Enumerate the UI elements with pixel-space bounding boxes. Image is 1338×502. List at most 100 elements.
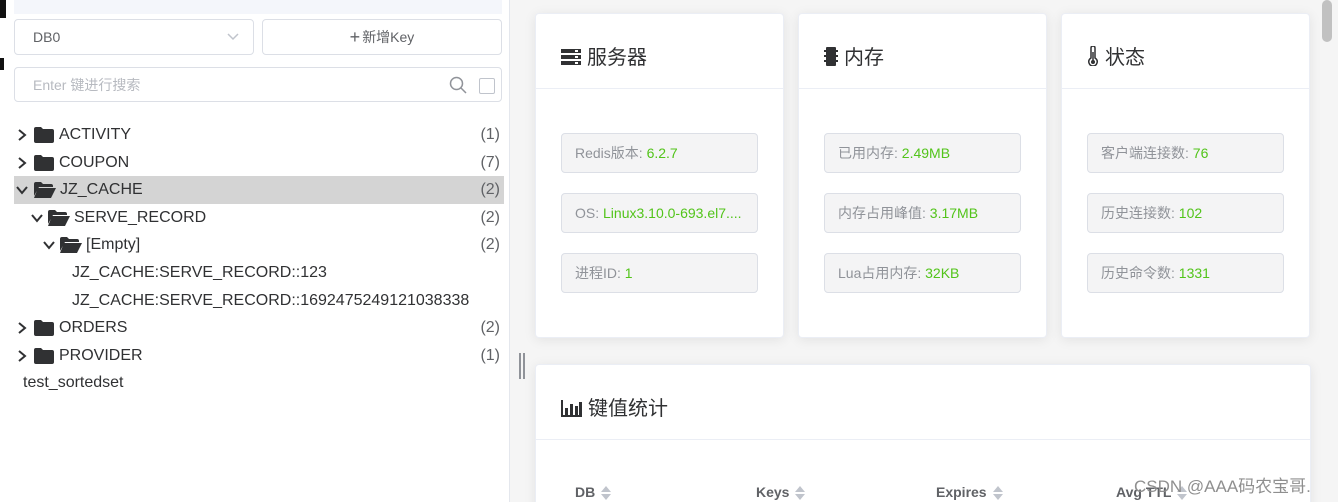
- window-edge-mark: [0, 58, 4, 70]
- column-header-keys[interactable]: Keys: [756, 484, 806, 500]
- item-value: Linux3.10.0-693.el7....: [603, 205, 742, 221]
- tree-node-provider[interactable]: PROVIDER (1): [14, 342, 504, 370]
- tree-node-count: (1): [480, 346, 500, 364]
- panel-resize-handle[interactable]: [519, 353, 525, 379]
- redis-version-item: Redis版本: 6.2.7: [561, 133, 758, 173]
- server-card-title: 服务器: [587, 47, 647, 69]
- tree-node-label: PROVIDER: [59, 346, 143, 364]
- item-value: 2.49MB: [901, 145, 951, 161]
- item-value: 3.17MB: [929, 205, 979, 221]
- tree-leaf-key[interactable]: JZ_CACHE:SERVE_RECORD::16924752491210383…: [14, 287, 504, 315]
- folder-icon: [34, 347, 54, 364]
- status-card-header: 状态: [1062, 14, 1309, 89]
- folder-icon: [34, 154, 54, 171]
- item-value: 6.2.7: [646, 145, 678, 161]
- tree-node-label: COUPON: [59, 153, 130, 171]
- folder-icon: [34, 320, 54, 337]
- tree-node-label: JZ_CACHE: [60, 181, 143, 199]
- sort-icon[interactable]: [992, 486, 1003, 500]
- os-item: OS: Linux3.10.0-693.el7....: [561, 193, 758, 233]
- lua-memory-item: Lua占用内存: 32KB: [824, 253, 1021, 293]
- item-label: OS:: [575, 205, 604, 221]
- server-card: 服务器 Redis版本: 6.2.7 OS: Linux3.10.0-693.e…: [535, 13, 784, 338]
- item-label: Lua占用内存:: [838, 265, 926, 281]
- server-icon: [561, 49, 581, 65]
- column-label: DB: [575, 484, 596, 500]
- history-commands-item: 历史命令数: 1331: [1087, 253, 1284, 293]
- tree-node-coupon[interactable]: COUPON (7): [14, 149, 504, 177]
- top-strip: [14, 0, 502, 14]
- used-memory-item: 已用内存: 2.49MB: [824, 133, 1021, 173]
- search-icon[interactable]: [449, 76, 467, 94]
- tree-leaf-key[interactable]: JZ_CACHE:SERVE_RECORD::123: [14, 259, 504, 287]
- client-connections-item: 客户端连接数: 76: [1087, 133, 1284, 173]
- scrollbar-thumb[interactable]: [1322, 0, 1332, 42]
- folder-open-icon: [48, 209, 70, 226]
- item-value: 32KB: [925, 265, 960, 281]
- tree-node-count: (2): [480, 181, 500, 199]
- item-label: Redis版本:: [575, 145, 647, 161]
- folder-open-icon: [34, 182, 56, 199]
- chevron-down-icon[interactable]: [16, 185, 28, 195]
- sort-icon[interactable]: [795, 486, 806, 500]
- chevron-right-icon[interactable]: [17, 129, 27, 141]
- tree-node-empty[interactable]: [Empty] (2): [14, 231, 504, 259]
- column-label: Expires: [936, 484, 987, 500]
- search-input[interactable]: [15, 68, 415, 101]
- key-stats-title: 键值统计: [588, 398, 668, 420]
- add-key-label: 新增Key: [362, 29, 415, 45]
- chevron-right-icon[interactable]: [17, 322, 27, 334]
- tree-node-count: (2): [480, 208, 500, 226]
- key-tree: ACTIVITY (1) COUPON (7) JZ_CACHE (2) SER…: [14, 121, 504, 397]
- plus-icon: +: [349, 27, 361, 47]
- status-card: 状态 客户端连接数: 76 历史连接数: 102 历史命令数: 1331: [1061, 13, 1310, 338]
- item-value: 1: [624, 265, 633, 281]
- tree-leaf-key[interactable]: test_sortedset: [14, 369, 504, 397]
- window-edge: [0, 0, 6, 18]
- tree-node-orders[interactable]: ORDERS (2): [14, 314, 504, 342]
- db-select-value: DB0: [33, 29, 61, 45]
- tree-node-count: (2): [480, 236, 500, 254]
- add-key-button[interactable]: + 新增Key: [262, 19, 502, 55]
- item-label: 内存占用峰值:: [838, 205, 930, 221]
- memory-card-header: 内存: [799, 14, 1046, 89]
- tree-node-count: (7): [480, 153, 500, 171]
- db-select[interactable]: DB0: [14, 19, 254, 55]
- tree-leaf-label: JZ_CACHE:SERVE_RECORD::123: [72, 263, 327, 281]
- chevron-right-icon[interactable]: [17, 156, 27, 169]
- column-label: Keys: [756, 484, 790, 500]
- tree-node-serve-record[interactable]: SERVE_RECORD (2): [14, 204, 504, 232]
- tree-node-count: (1): [480, 126, 500, 143]
- item-value: 102: [1178, 205, 1203, 221]
- item-label: 历史命令数:: [1101, 265, 1179, 281]
- tree-node-jz-cache[interactable]: JZ_CACHE (2): [14, 176, 504, 204]
- tree-node-activity[interactable]: ACTIVITY (1): [14, 121, 504, 149]
- watermark: CSDN @AAA码农宝哥.: [1134, 477, 1311, 496]
- chevron-down-icon[interactable]: [43, 240, 55, 250]
- tree-node-label: ACTIVITY: [59, 126, 132, 143]
- status-card-title: 状态: [1105, 47, 1145, 69]
- peak-memory-item: 内存占用峰值: 3.17MB: [824, 193, 1021, 233]
- process-id-item: 进程ID: 1: [561, 253, 758, 293]
- item-label: 已用内存:: [838, 145, 902, 161]
- chevron-right-icon[interactable]: [17, 349, 27, 362]
- memory-card-title: 内存: [844, 47, 884, 69]
- tree-node-label: [Empty]: [86, 236, 141, 254]
- item-label: 历史连接数:: [1101, 205, 1179, 221]
- bar-chart-icon: [561, 400, 582, 417]
- column-header-db[interactable]: DB: [575, 484, 612, 500]
- exact-search-checkbox[interactable]: [479, 78, 495, 94]
- folder-open-icon: [60, 237, 82, 254]
- history-connections-item: 历史连接数: 102: [1087, 193, 1284, 233]
- memory-chip-icon: [824, 47, 838, 66]
- chevron-down-icon[interactable]: [31, 213, 43, 223]
- sort-icon[interactable]: [601, 486, 612, 500]
- folder-icon: [34, 127, 54, 143]
- tree-node-label: ORDERS: [59, 319, 128, 337]
- column-header-expires[interactable]: Expires: [936, 484, 1003, 500]
- memory-card: 内存 已用内存: 2.49MB 内存占用峰值: 3.17MB Lua占用内存: …: [798, 13, 1047, 338]
- tree-leaf-label: test_sortedset: [23, 374, 124, 392]
- search-box: [14, 67, 502, 102]
- thermometer-icon: [1088, 45, 1098, 67]
- item-label: 进程ID:: [575, 265, 625, 281]
